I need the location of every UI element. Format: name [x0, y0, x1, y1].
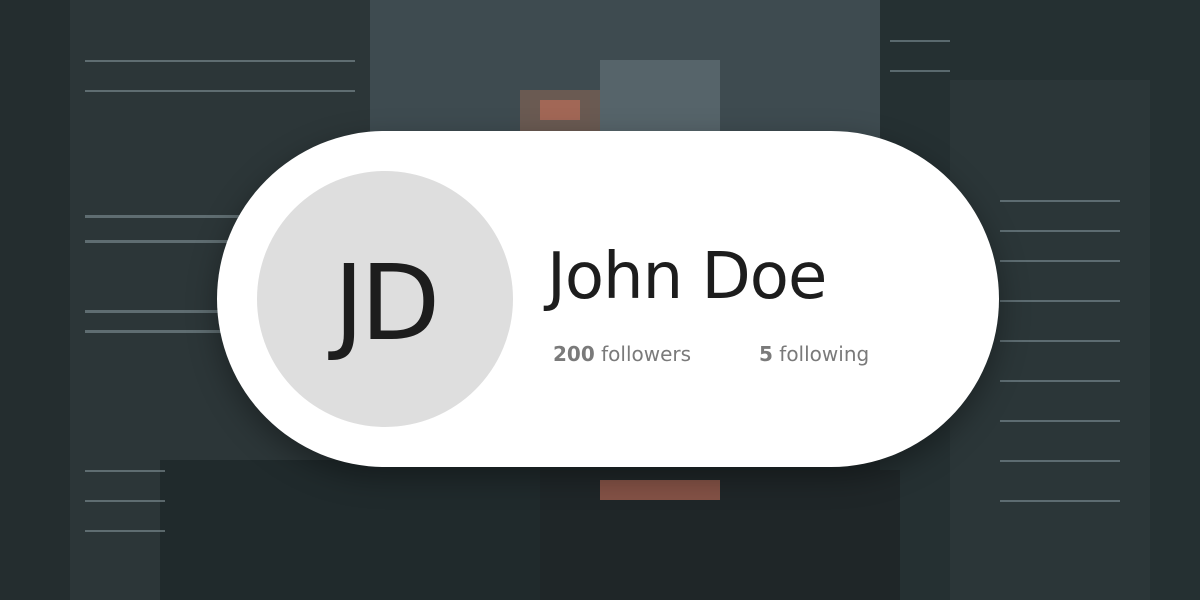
- profile-name: John Doe: [547, 240, 827, 314]
- avatar[interactable]: JD: [257, 171, 513, 427]
- following-link[interactable]: 5 following: [759, 342, 869, 366]
- following-label: following: [779, 342, 870, 366]
- followers-link[interactable]: 200 followers: [553, 342, 691, 366]
- avatar-initials: JD: [333, 242, 441, 364]
- followers-count: 200: [553, 342, 595, 366]
- following-count: 5: [759, 342, 773, 366]
- followers-label: followers: [601, 342, 692, 366]
- profile-card: JD John Doe 200 followers 5 following: [217, 131, 999, 467]
